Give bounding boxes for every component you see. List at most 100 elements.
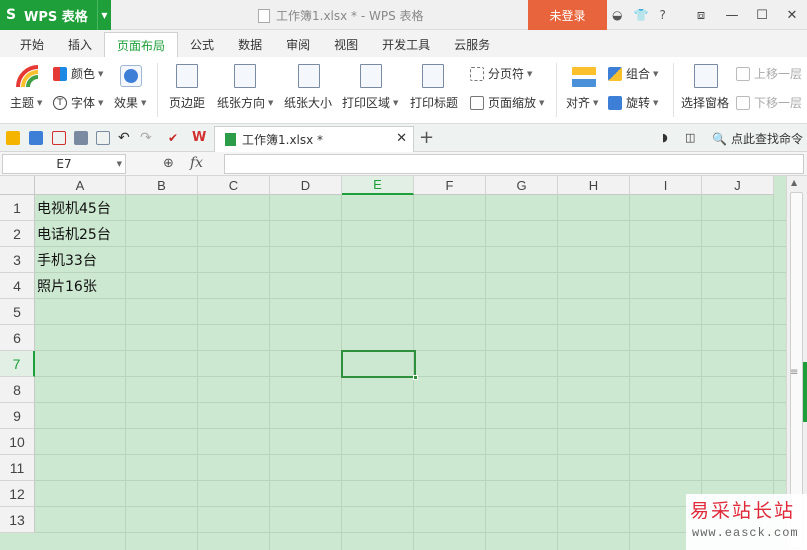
paper-size-button[interactable]: 纸张大小 [284, 94, 332, 111]
maximize-icon[interactable]: ☐ [747, 0, 777, 30]
row-header-1[interactable]: 1 [0, 195, 35, 221]
selection-pane-button[interactable]: 选择窗格 [681, 94, 729, 111]
skin-icon[interactable]: ◒ [612, 8, 622, 22]
select-all-corner[interactable] [0, 176, 35, 195]
undo-icon[interactable]: ↶ [118, 131, 132, 145]
bring-forward-button[interactable]: 上移一层 [736, 65, 802, 82]
collapse-ribbon-icon[interactable]: ◗ [662, 131, 676, 145]
column-header-i[interactable]: I [630, 176, 702, 195]
column-header-a[interactable]: A [35, 176, 126, 195]
help-icon[interactable]: ? [659, 8, 665, 22]
print-area-icon[interactable] [360, 64, 382, 88]
orientation-button[interactable]: 纸张方向 ▼ [217, 94, 273, 111]
new-tab-icon[interactable]: + [419, 127, 434, 148]
fill-handle[interactable] [413, 375, 418, 380]
name-box[interactable]: E7 ▼ [2, 154, 126, 174]
minimize-icon[interactable]: — [717, 0, 747, 30]
column-header-e[interactable]: E [342, 176, 414, 195]
margins-icon[interactable] [176, 64, 198, 88]
cell-a1[interactable]: 电视机45台 [37, 195, 111, 221]
row-header-8[interactable]: 8 [0, 377, 35, 403]
find-command-search[interactable]: 🔍 点此查找命令 [712, 130, 803, 147]
print-titles-icon[interactable] [422, 64, 444, 88]
row-header-3[interactable]: 3 [0, 247, 35, 273]
theme-icon[interactable] [16, 65, 39, 89]
page-zoom-button[interactable]: 页面缩放 ▼ [470, 94, 544, 111]
column-header-b[interactable]: B [126, 176, 198, 195]
active-cell-cursor[interactable] [341, 350, 418, 380]
restore-icon[interactable]: ⧈ [686, 0, 716, 30]
side-panel-handle[interactable] [803, 362, 807, 422]
customize-toolbar-icon[interactable]: ✔ [168, 131, 182, 145]
row-header-13[interactable]: 13 [0, 507, 35, 533]
row-header-10[interactable]: 10 [0, 429, 35, 455]
watermark: 易采站长站 www.easck.com [686, 494, 807, 550]
row-header-9[interactable]: 9 [0, 403, 35, 429]
orientation-icon[interactable] [234, 64, 256, 88]
export-pdf-icon[interactable] [52, 131, 66, 145]
tab-developer[interactable]: 开发工具 [370, 32, 442, 57]
app-menu-chevron-icon[interactable]: ▼ [97, 0, 111, 30]
cell-a2[interactable]: 电话机25台 [37, 221, 111, 247]
cell-a4[interactable]: 照片16张 [37, 273, 97, 299]
redo-icon[interactable]: ↷ [140, 131, 154, 145]
row-header-11[interactable]: 11 [0, 455, 35, 481]
tab-page-layout[interactable]: 页面布局 [104, 32, 179, 57]
tab-view[interactable]: 视图 [322, 32, 370, 57]
send-backward-button[interactable]: 下移一层 [736, 94, 802, 111]
align-icon[interactable] [572, 67, 596, 87]
print-area-button[interactable]: 打印区域 ▼ [342, 94, 398, 111]
wps-spreadsheet-window: S WPS 表格 ▼ 工作簿1.xlsx * - WPS 表格 未登录 ◒ 👕 … [0, 0, 807, 550]
insert-function-icon[interactable]: fx [190, 155, 203, 171]
print-icon[interactable] [74, 131, 88, 145]
ribbon-options-icon[interactable]: ◫ [685, 131, 699, 145]
effects-icon[interactable] [120, 65, 142, 87]
row-header-6[interactable]: 6 [0, 325, 35, 351]
tab-review[interactable]: 审阅 [274, 32, 322, 57]
tab-data[interactable]: 数据 [226, 32, 274, 57]
row-header-2[interactable]: 2 [0, 221, 35, 247]
formula-input[interactable] [224, 154, 804, 174]
tab-cloud[interactable]: 云服务 [442, 32, 502, 57]
tab-formulas[interactable]: 公式 [178, 32, 226, 57]
group-button[interactable]: 组合 ▼ [608, 65, 658, 82]
spreadsheet-grid[interactable]: A B C D E F G H I J 1 2 3 4 5 6 7 8 9 10 11 12 13 电视机45台 电话机25台手… [0, 176, 786, 550]
colors-button[interactable]: 颜色 ▼ [53, 65, 103, 82]
name-box-chevron-icon[interactable]: ▼ [117, 160, 122, 168]
page-break-button[interactable]: 分页符 ▼ [470, 65, 532, 82]
row-header-7[interactable]: 7 [0, 351, 35, 377]
close-document-icon[interactable]: ✕ [396, 131, 407, 146]
paper-size-icon[interactable] [298, 64, 320, 88]
scroll-up-icon[interactable]: ▲ [791, 178, 797, 187]
selection-pane-icon[interactable] [694, 64, 718, 88]
rotate-button[interactable]: 旋转 ▼ [608, 94, 658, 111]
close-icon[interactable]: ✕ [777, 0, 807, 30]
app-menu-button[interactable]: S WPS 表格 ▼ [0, 0, 111, 30]
print-titles-button[interactable]: 打印标题 [410, 94, 458, 111]
wps-home-icon[interactable]: W [192, 131, 206, 145]
login-button[interactable]: 未登录 [528, 0, 607, 30]
row-header-4[interactable]: 4 [0, 273, 35, 299]
shirt-icon[interactable]: 👕 [633, 8, 648, 22]
open-icon[interactable] [6, 131, 20, 145]
tab-document[interactable]: 工作簿1.xlsx * ✕ [214, 126, 414, 152]
theme-button[interactable]: 主题 ▼ [10, 94, 42, 111]
row-header-12[interactable]: 12 [0, 481, 35, 507]
margins-button[interactable]: 页边距 [169, 94, 205, 111]
column-header-g[interactable]: G [486, 176, 558, 195]
column-header-h[interactable]: H [558, 176, 630, 195]
column-header-j[interactable]: J [702, 176, 774, 195]
effects-button[interactable]: 效果 ▼ [114, 94, 146, 111]
align-button[interactable]: 对齐 ▼ [566, 94, 598, 111]
tab-insert[interactable]: 插入 [56, 32, 104, 57]
zoom-icon[interactable]: ⊕ [163, 156, 174, 171]
save-icon[interactable] [29, 131, 43, 145]
print-preview-icon[interactable] [96, 131, 110, 145]
fonts-button[interactable]: T 字体 ▼ [53, 94, 103, 111]
column-header-c[interactable]: C [198, 176, 270, 195]
cell-a3[interactable]: 手机33台 [37, 247, 97, 273]
column-header-d[interactable]: D [270, 176, 342, 195]
tab-home[interactable]: 开始 [8, 32, 56, 57]
column-header-f[interactable]: F [414, 176, 486, 195]
row-header-5[interactable]: 5 [0, 299, 35, 325]
